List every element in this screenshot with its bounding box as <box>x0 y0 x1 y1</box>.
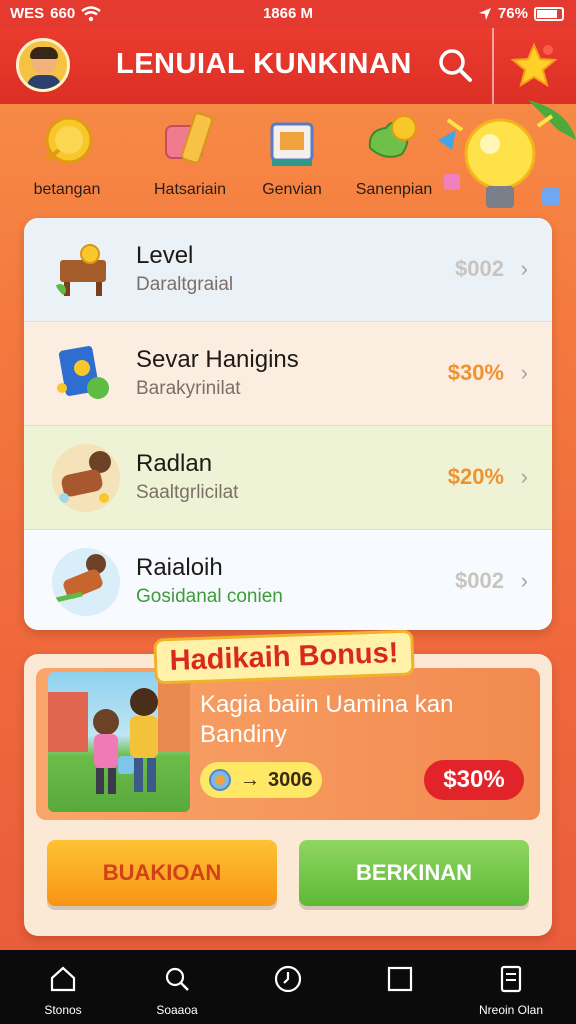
item-price: $002 <box>455 256 504 281</box>
nav-item-document[interactable]: Nreoin Olan <box>456 964 566 1017</box>
lightbulb-icon <box>438 100 576 208</box>
search-icon[interactable] <box>434 44 476 86</box>
search-icon <box>165 967 189 991</box>
box-icon <box>270 122 314 166</box>
promo-illustration <box>48 672 190 812</box>
category-hatsariain[interactable]: Hatsariain <box>135 110 245 199</box>
item-price: $002 <box>455 568 504 593</box>
nav-item-clock[interactable] <box>233 964 343 1017</box>
nav-label <box>345 1003 455 1017</box>
header-divider <box>492 28 494 104</box>
item-subtitle: Gosidanal conien <box>136 586 283 607</box>
battery-percent: 76% <box>497 5 528 22</box>
ticket-icon <box>165 112 213 164</box>
battery-icon <box>534 6 564 21</box>
coin-prefix: → <box>240 768 260 791</box>
nav-item-square[interactable] <box>345 964 455 1017</box>
item-price: $30% <box>447 360 504 385</box>
item-title: Level <box>136 242 194 269</box>
coin-stack-icon <box>368 115 417 158</box>
item-title: Sevar Hanigins <box>136 346 299 373</box>
category-label: Sanenpian <box>355 181 433 198</box>
list-item[interactable]: Radlan Saaltgrlicilat $20% › <box>24 426 552 530</box>
app-header: LENUIAL KUNKINAN <box>0 28 576 104</box>
chevron-right-icon: › <box>520 256 528 281</box>
item-title: Raialoih <box>136 554 223 581</box>
page-title: LENUIAL KUNKINAN <box>116 48 412 80</box>
star-icon[interactable] <box>508 40 560 92</box>
list-item[interactable]: Level Daraltgraial $002 › <box>24 218 552 322</box>
bottom-navigation: Stonos Soaaoa Nreoin Olan <box>0 950 576 1024</box>
primary-action-button[interactable]: BUAKIOAN <box>47 840 277 906</box>
item-subtitle: Daraltgraial <box>136 274 234 295</box>
nav-label: Stonos <box>44 1003 82 1017</box>
nav-item-home[interactable]: Stonos <box>8 964 118 1017</box>
user-avatar[interactable] <box>16 38 70 92</box>
treasure-desk-icon <box>54 244 106 296</box>
status-bar: WES 660 1866 M 76% <box>0 0 576 28</box>
list-item[interactable]: Sevar Hanigins Barakyrinilat $30% › <box>24 322 552 426</box>
category-label: Hatsariain <box>153 181 227 198</box>
square-icon <box>387 966 413 992</box>
bonus-ribbon: Hadikaih Bonus! <box>153 629 415 685</box>
nav-label: Nreoin Olan <box>478 1003 544 1017</box>
list-item[interactable]: Raialoih Gosidanal conien $002 › <box>24 530 552 630</box>
chevron-right-icon: › <box>520 360 528 385</box>
category-label: Genvian <box>262 181 322 198</box>
item-subtitle: Saaltgrlicilat <box>136 482 239 503</box>
person-icon <box>52 444 120 512</box>
document-icon <box>500 965 522 993</box>
person-sliding-icon <box>52 548 120 616</box>
location-icon <box>478 7 491 20</box>
discount-badge: $30% <box>424 760 524 800</box>
item-subtitle: Barakyrinilat <box>136 378 241 399</box>
category-sanenpian[interactable]: Sanenpian <box>339 110 449 199</box>
nav-label <box>233 1003 343 1017</box>
coin-amount: 3006 <box>268 768 313 791</box>
offer-list: Level Daraltgraial $002 › Sevar Hanigins… <box>24 218 552 630</box>
coin-icon <box>209 769 231 791</box>
nav-item-search[interactable]: Soaaoa <box>122 964 232 1017</box>
secondary-action-button[interactable]: BERKINAN <box>299 840 529 906</box>
coin-balance-badge: → 3006 <box>200 762 322 798</box>
category-genvian[interactable]: Genvian <box>237 110 347 199</box>
bonus-promo[interactable]: Kagia baiin Uamina kan Bandiny → 3006 $3… <box>36 668 540 820</box>
chevron-right-icon: › <box>520 568 528 593</box>
book-icon <box>57 346 109 399</box>
item-title: Radlan <box>136 450 213 477</box>
chevron-right-icon: › <box>520 464 528 489</box>
category-betangan[interactable]: betangan <box>12 110 122 199</box>
item-price: $20% <box>447 464 504 489</box>
coin-icon <box>45 116 93 164</box>
promo-title: Kagia baiin Uamina kan Bandiny <box>200 691 454 748</box>
nav-label: Soaaoa <box>156 1003 198 1017</box>
category-label: betangan <box>33 181 101 198</box>
clock-icon <box>274 965 302 993</box>
home-icon <box>50 966 76 992</box>
